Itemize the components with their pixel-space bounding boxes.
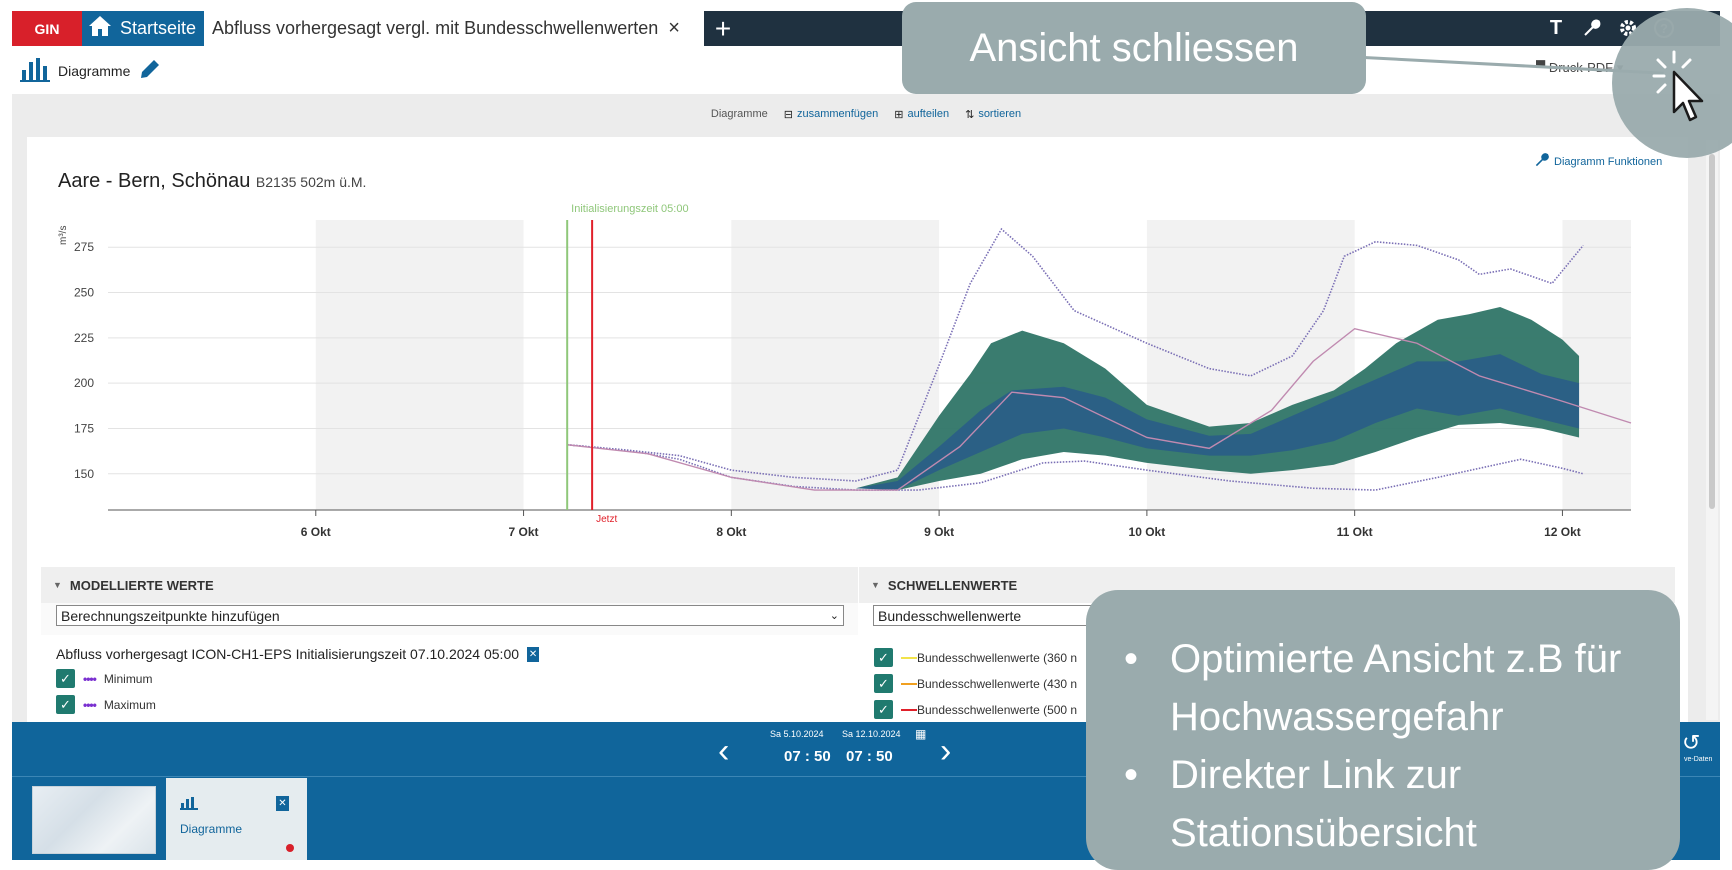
forecast-run-label: Abfluss vorhergesagt ICON-CH1-EPS Initia… <box>56 646 520 662</box>
y-tick-label: 150 <box>74 467 94 481</box>
modelled-section-title: MODELLIERTE WERTE <box>69 577 214 593</box>
live-data-label[interactable]: ve-Daten <box>1684 756 1712 763</box>
legend-label-threshold-430: Bundesschwellenwerte (430 n <box>917 676 1078 691</box>
list-item-threshold-430[interactable]: ✓ Bundesschwellenwerte (430 n <box>874 674 1077 693</box>
diagram-thumbnail-label: Diagramme <box>180 822 243 836</box>
status-dot <box>286 844 294 852</box>
time-to[interactable]: 07 : 50 <box>846 748 893 765</box>
thresholds-section-title: SCHWELLENWERTE <box>887 577 1018 593</box>
checkbox-checked[interactable]: ✓ <box>56 669 75 688</box>
modelled-select[interactable]: Berechnungszeitpunkte hinzufügen ⌄ <box>56 605 844 626</box>
checkbox-checked[interactable]: ✓ <box>874 700 893 719</box>
x-tick-label: 11 Okt <box>1337 525 1373 539</box>
x-tick-label: 6 Okt <box>301 525 331 539</box>
collapse-caret-icon: ▼ <box>871 580 880 590</box>
y-tick-label: 175 <box>74 421 94 435</box>
checkbox-checked[interactable]: ✓ <box>56 695 75 714</box>
collapse-caret-icon: ▼ <box>53 580 62 590</box>
diagram-thumbnail[interactable]: ✕ Diagramme <box>166 778 307 860</box>
y-tick-label: 225 <box>74 331 94 345</box>
callout-bullet: • Optimierte Ansicht z.B für Hochwasserge… <box>1124 630 1660 746</box>
modelled-section-header[interactable]: ▼ MODELLIERTE WERTE <box>41 567 858 603</box>
night-band <box>315 220 524 510</box>
y-tick-label: 200 <box>74 376 94 390</box>
legend-label-maximum: Maximum <box>103 697 156 712</box>
bar-chart-icon <box>180 796 198 815</box>
modelled-select-value: Berechnungszeitpunkte hinzufügen <box>61 607 280 624</box>
callout-close-view: Ansicht schliessen <box>902 2 1366 94</box>
x-tick-label: 7 Okt <box>509 525 539 539</box>
list-item-threshold-500[interactable]: ✓ Bundesschwellenwerte (500 n <box>874 700 1077 719</box>
y-tick-label: 275 <box>74 240 94 254</box>
x-tick-label: 10 Okt <box>1129 525 1166 539</box>
legend-label-threshold-500: Bundesschwellenwerte (500 n <box>917 702 1078 717</box>
x-tick-label: 12 Okt <box>1544 525 1581 539</box>
history-icon[interactable]: ↺ <box>1682 730 1700 756</box>
callout-bullet-text: Optimierte Ansicht z.B für Hochwassergef… <box>1170 637 1622 739</box>
y-tick-label: 250 <box>74 286 94 300</box>
dotted-line-legend: •••• <box>83 697 97 712</box>
x-tick-label: 9 Okt <box>924 525 954 539</box>
callout-features: • Optimierte Ansicht z.B für Hochwasserge… <box>1086 590 1680 870</box>
delete-icon[interactable]: ✕ <box>276 796 289 811</box>
thresholds-select[interactable]: Bundesschwellenwerte <box>873 605 1113 626</box>
checkbox-checked[interactable]: ✓ <box>874 674 893 693</box>
list-item-maximum[interactable]: ✓ •••• Maximum <box>56 695 156 714</box>
x-tick-label: 8 Okt <box>716 525 746 539</box>
now-label: Jetzt <box>596 514 617 525</box>
callout-bullet-text: Direkter Link zur Stationsübersicht <box>1170 753 1477 855</box>
callout-bullet: • Direkter Link zur Stationsübersicht <box>1124 746 1660 862</box>
line-legend-yellow <box>901 656 917 659</box>
map-thumbnail[interactable] <box>32 786 156 854</box>
dotted-line-legend: •••• <box>83 671 97 686</box>
calendar-icon[interactable]: ▦ <box>915 727 926 741</box>
delete-icon[interactable]: ✕ <box>527 646 540 662</box>
discharge-chart[interactable]: 150 175 200 225 250 275 m³/s 6 Okt 7 Okt 8 Okt 9 O… <box>0 0 1732 560</box>
list-item-minimum[interactable]: ✓ •••• Minimum <box>56 669 152 688</box>
time-from[interactable]: 07 : 50 <box>784 748 831 765</box>
legend-label-minimum: Minimum <box>103 671 153 686</box>
chevron-down-icon: ⌄ <box>829 610 839 622</box>
next-arrow-icon[interactable]: › <box>940 732 951 771</box>
checkbox-checked[interactable]: ✓ <box>874 648 893 667</box>
forecast-run-title: Abfluss vorhergesagt ICON-CH1-EPS Initia… <box>56 646 540 662</box>
line-legend-red <box>901 708 917 711</box>
thresholds-select-value: Bundesschwellenwerte <box>878 607 1022 624</box>
line-legend-orange <box>901 682 917 685</box>
legend-label-threshold-360: Bundesschwellenwerte (360 n <box>917 650 1078 665</box>
y-axis-label: m³/s <box>58 226 69 245</box>
date-to[interactable]: Sa 12.10.2024 <box>842 729 901 739</box>
previous-arrow-icon[interactable]: ‹ <box>718 732 729 771</box>
list-item-threshold-360[interactable]: ✓ Bundesschwellenwerte (360 n <box>874 648 1077 667</box>
click-cursor-icon <box>1652 50 1718 129</box>
init-time-label: Initialisierungszeit 05:00 <box>571 203 688 215</box>
date-from[interactable]: Sa 5.10.2024 <box>770 729 824 739</box>
